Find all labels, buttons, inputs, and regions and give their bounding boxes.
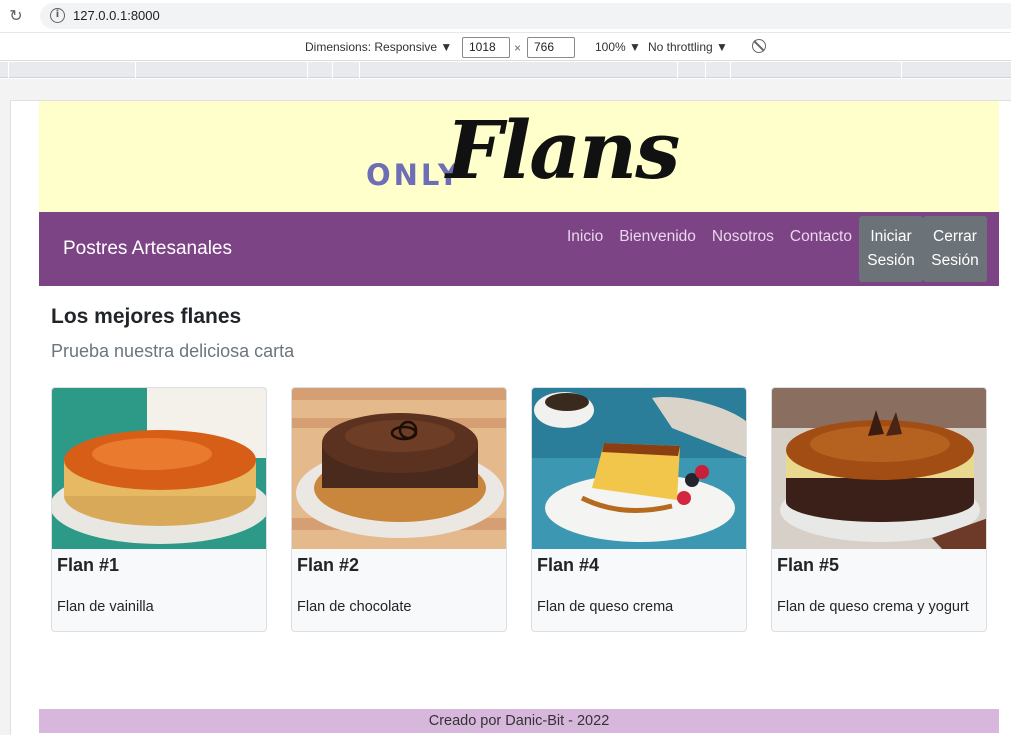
logout-label-1: Cerrar [933, 228, 977, 245]
logout-button[interactable]: Cerrar Sesión [923, 216, 987, 282]
card-description: Flan de vainilla [57, 599, 154, 615]
nav-link-contacto[interactable]: Contacto [782, 228, 860, 246]
throttling-dropdown[interactable]: No throttling ▼ [648, 40, 728, 54]
media-query-ruler [0, 62, 1011, 78]
flan-vainilla-image [52, 388, 266, 549]
url-text: 127.0.0.1:8000 [73, 8, 160, 23]
address-bar-area: ↻ i 127.0.0.1:8000 [0, 0, 1011, 33]
navbar-brand[interactable]: Postres Artesanales [63, 238, 232, 260]
flan-queso-image [532, 388, 746, 549]
page-subheading: Prueba nuestra deliciosa carta [51, 341, 295, 361]
rotate-icon[interactable] [752, 39, 766, 53]
login-label-2: Sesión [867, 252, 915, 269]
nav-link-bienvenido[interactable]: Bienvenido [611, 228, 704, 246]
card-description: Flan de queso crema y yogurt [777, 599, 969, 615]
flan-yogurt-image [772, 388, 986, 549]
flan-card[interactable]: Flan #5 Flan de queso crema y yogurt [771, 387, 987, 632]
login-button[interactable]: Iniciar Sesión [859, 216, 923, 282]
url-field[interactable]: i 127.0.0.1:8000 [40, 3, 1011, 29]
card-description: Flan de chocolate [297, 599, 412, 615]
page-heading: Los mejores flanes [51, 305, 242, 328]
nav-links: Inicio Bienvenido Nosotros Contacto [559, 228, 860, 246]
flan-card[interactable]: Flan #2 Flan de chocolate [291, 387, 507, 632]
zoom-dropdown[interactable]: 100% ▼ [595, 40, 641, 54]
card-title: Flan #2 [297, 555, 360, 575]
login-label-1: Iniciar [870, 228, 912, 245]
width-input[interactable]: 1018 [462, 37, 510, 58]
nav-link-nosotros[interactable]: Nosotros [704, 228, 782, 246]
site-logo: ONLY Flans [366, 103, 680, 206]
card-title: Flan #4 [537, 555, 600, 575]
card-title: Flan #5 [777, 555, 840, 575]
height-input[interactable]: 766 [527, 37, 575, 58]
info-icon[interactable]: i [50, 8, 65, 23]
card-description: Flan de queso crema [537, 599, 674, 615]
nav-link-inicio[interactable]: Inicio [559, 228, 611, 246]
reload-icon[interactable]: ↻ [6, 6, 26, 26]
flan-chocolate-image [292, 388, 506, 549]
card-title: Flan #1 [57, 555, 120, 575]
devtools-toolbar: Dimensions: Responsive ▼ 1018 × 766 100%… [0, 34, 1011, 61]
logo-flans-text: Flans [446, 103, 680, 197]
dimensions-dropdown[interactable]: Dimensions: Responsive ▼ [305, 40, 452, 54]
flan-card[interactable]: Flan #1 Flan de vainilla [51, 387, 267, 632]
site-footer: Creado por Danic-Bit - 2022 [39, 709, 999, 733]
navbar: Postres Artesanales Inicio Bienvenido No… [39, 212, 999, 286]
flan-card[interactable]: Flan #4 Flan de queso crema [531, 387, 747, 632]
logout-label-2: Sesión [931, 252, 979, 269]
times-sign: × [514, 41, 522, 55]
